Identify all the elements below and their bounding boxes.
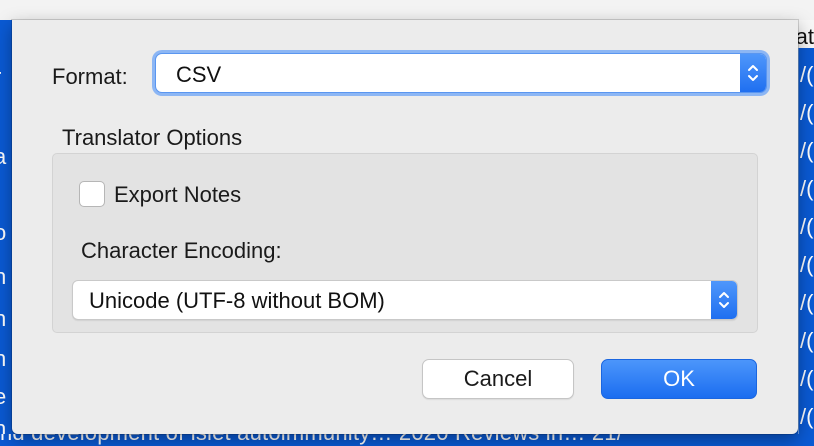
export-notes-label[interactable]: Export Notes bbox=[114, 182, 241, 208]
character-encoding-select[interactable]: Unicode (UTF-8 without BOM) bbox=[72, 280, 738, 320]
background-cell-text: n bbox=[0, 264, 7, 289]
background-cell-text: /( bbox=[800, 404, 814, 429]
background-table-row: nd development of islet autoimmunity… 20… bbox=[0, 434, 814, 446]
character-encoding-stepper[interactable] bbox=[711, 281, 737, 319]
background-cell-text: n bbox=[0, 306, 7, 331]
background-row-text: nd development of islet autoimmunity… 20… bbox=[0, 434, 623, 446]
background-cell-text: e bbox=[0, 384, 7, 409]
background-cell-text: /( bbox=[800, 100, 814, 125]
background-header-text: at bbox=[795, 24, 814, 49]
format-select[interactable]: CSV bbox=[155, 53, 767, 93]
background-cell-text: /( bbox=[800, 290, 814, 315]
cancel-button[interactable]: Cancel bbox=[422, 359, 574, 399]
export-dialog: Format: CSV Translator Options Export No… bbox=[12, 20, 798, 434]
format-select-stepper[interactable] bbox=[740, 54, 766, 92]
background-cell-text: r bbox=[0, 64, 12, 90]
up-down-chevron-icon bbox=[748, 65, 758, 81]
format-label: Format: bbox=[52, 64, 128, 89]
format-select-value: CSV bbox=[176, 62, 222, 87]
background-toolbar bbox=[0, 0, 814, 20]
background-right-column: /( /( /( /( /( /( /( /( /( /( bbox=[798, 48, 814, 446]
background-cell-text: /( bbox=[800, 62, 814, 87]
background-cell-text: /( bbox=[800, 366, 814, 391]
export-notes-checkbox[interactable] bbox=[79, 181, 105, 207]
ok-button[interactable]: OK bbox=[601, 359, 757, 399]
up-down-chevron-icon bbox=[719, 292, 729, 308]
background-cell-text: /( bbox=[800, 214, 814, 239]
translator-options-title: Translator Options bbox=[62, 125, 243, 150]
character-encoding-label: Character Encoding: bbox=[81, 238, 282, 263]
background-cell-text: a bbox=[0, 144, 7, 169]
background-cell-text: /( bbox=[800, 138, 814, 163]
translator-options-box: Export Notes Character Encoding: Unicode… bbox=[52, 153, 758, 333]
background-cell-text: /( bbox=[800, 176, 814, 201]
background-cell-text: n bbox=[0, 346, 7, 371]
background-left-column: r a o n n n e n bbox=[0, 20, 12, 446]
character-encoding-value: Unicode (UTF-8 without BOM) bbox=[89, 288, 385, 313]
background-cell-text: /( bbox=[800, 328, 814, 353]
background-cell-text: /( bbox=[800, 252, 814, 277]
background-cell-text: o bbox=[0, 220, 7, 245]
